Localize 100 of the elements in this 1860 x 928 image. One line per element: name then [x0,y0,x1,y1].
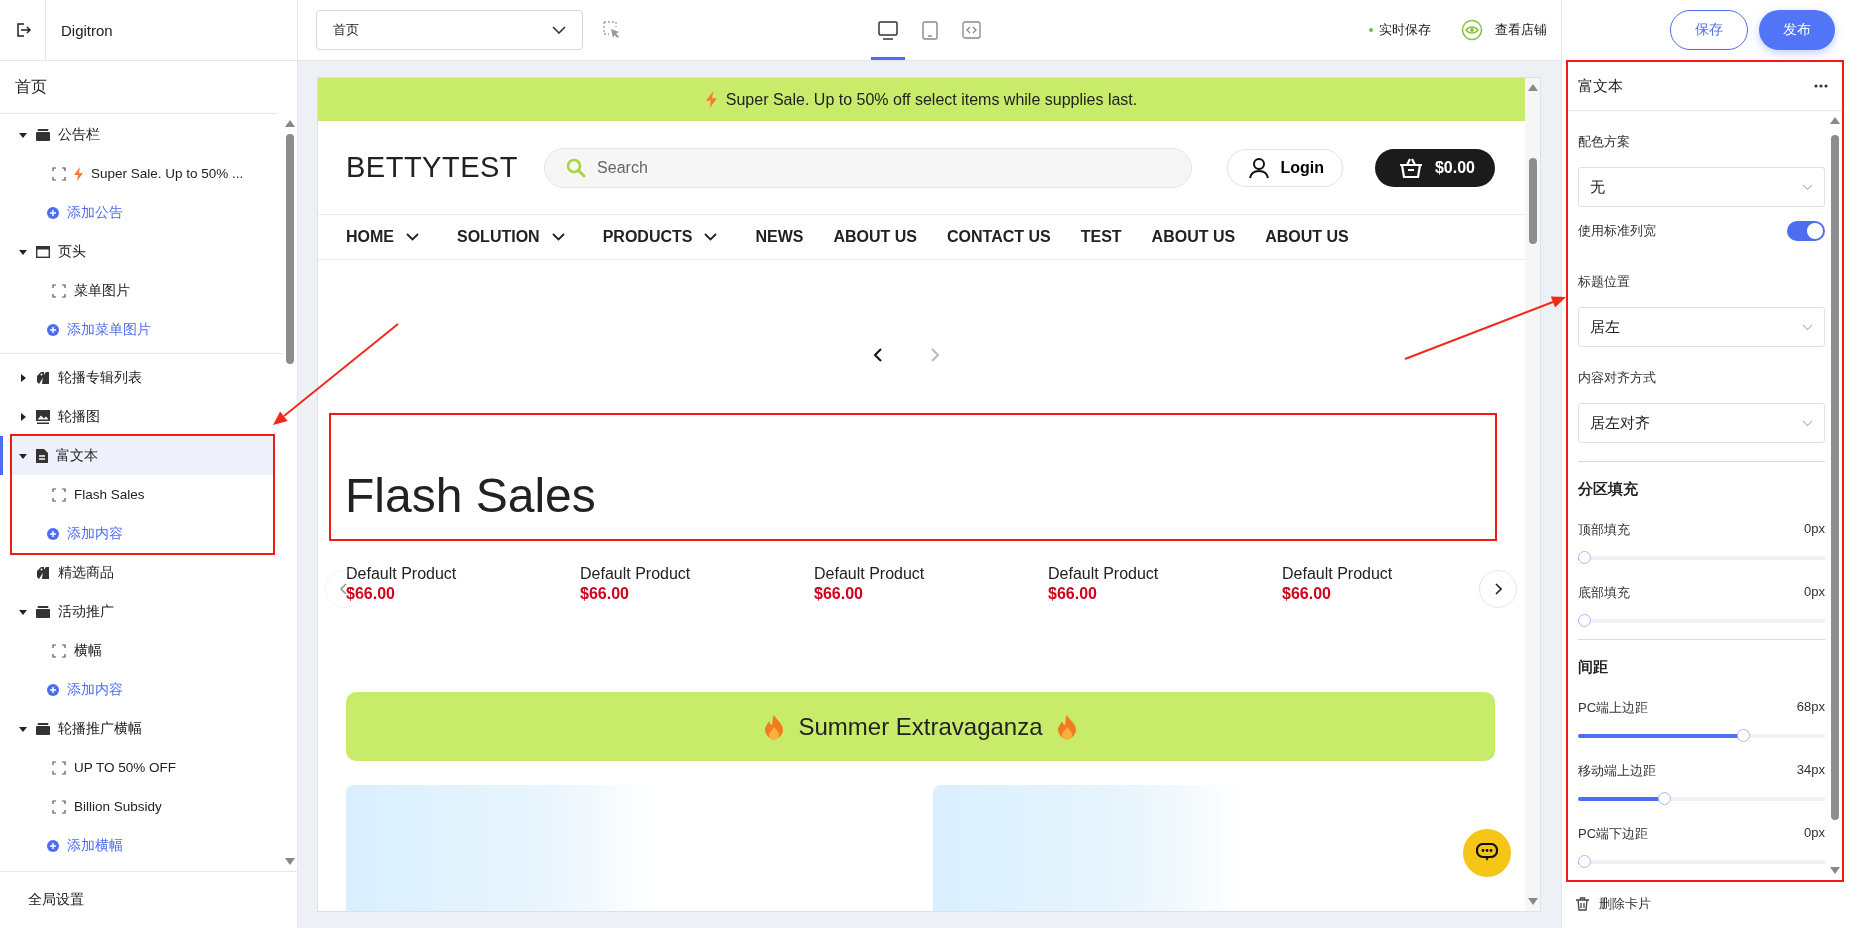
tree-item[interactable]: Super Sale. Up to 50% ... [12,154,273,193]
select-field[interactable]: 无 [1578,167,1825,207]
scroll-down-icon[interactable] [285,858,295,866]
scrollbar-thumb[interactable] [1831,135,1839,820]
store-logo[interactable]: BETTYTEST [346,151,519,184]
scroll-up-icon[interactable] [1830,116,1840,124]
code-icon [962,21,981,39]
nav-link[interactable]: TEST [1080,228,1122,246]
view-store-link[interactable]: 查看店铺 [1495,21,1547,39]
scroll-up-icon[interactable] [285,119,295,127]
search-field[interactable]: Search [544,147,1193,188]
add-link[interactable]: 添加横幅 [12,826,273,865]
field-label: 配色方案 [1578,133,1631,151]
nav-link[interactable]: SOLUTION [457,228,573,246]
nav-link[interactable]: ABOUT US [1151,228,1236,246]
folder-icon [36,128,50,141]
slider-thumb[interactable] [1657,792,1671,805]
product-name[interactable]: Default Product [346,565,457,583]
slider-value: 0px [1804,521,1825,538]
tree-item[interactable]: 精选商品 [12,553,273,592]
scrollbar-thumb[interactable] [286,134,294,364]
field-label: 移动端上边距 [1578,762,1656,780]
nav-link[interactable]: ABOUT US [1265,228,1349,246]
save-button[interactable]: 保存 [1670,10,1748,50]
tree-item[interactable]: 活动推广 [12,592,273,631]
tree-item[interactable]: Billion Subsidy [12,787,273,826]
chat-button[interactable] [1463,829,1511,877]
tree-item[interactable]: 轮播图 [12,397,273,436]
tree-item[interactable]: 菜单图片 [12,271,273,310]
add-link[interactable]: 添加公告 [12,193,273,232]
scrollbar-thumb[interactable] [1528,158,1537,244]
tree-item[interactable]: 轮播专辑列表 [12,358,273,397]
slider-thumb[interactable] [1737,729,1751,742]
exit-icon[interactable] [14,22,31,38]
delete-card-button[interactable]: 删除卡片 [1562,880,1651,928]
select-field[interactable]: 居左对齐 [1578,403,1825,443]
chevron-down-icon [1802,323,1813,331]
field-label: 内容对齐方式 [1578,369,1657,387]
field-label: 标题位置 [1578,273,1631,291]
fire-icon [1056,713,1077,740]
product-name[interactable]: Default Product [580,565,691,583]
tree-item[interactable]: 页头 [12,232,273,271]
select-cursor-icon[interactable] [603,21,621,39]
plus-circle-icon [47,839,59,852]
chevron-down-icon [552,26,566,34]
plus-circle-icon [47,683,59,696]
caret-icon[interactable] [18,411,28,422]
plus-circle-icon [47,323,59,336]
dashed-frame-icon [52,283,66,298]
dashed-frame-icon [52,760,66,775]
chevron-left-icon[interactable] [873,348,883,362]
tree-item[interactable]: Flash Sales [12,475,273,514]
product-price: $66.00 [346,585,395,603]
product-name[interactable]: Default Product [1282,565,1393,583]
cart-button[interactable]: $0.00 [1374,148,1495,187]
slider-value: 0px [1804,825,1825,842]
page-select[interactable]: 首页 [316,10,583,50]
caret-icon[interactable] [18,372,28,383]
global-settings-link[interactable]: 全局设置 [0,871,297,928]
scroll-down-icon[interactable] [1527,898,1538,906]
tags-icon [36,565,50,580]
add-link[interactable]: 添加菜单图片 [12,310,273,349]
toggle-switch[interactable] [1787,221,1825,241]
field-label: 底部填充 [1578,584,1630,602]
nav-link[interactable]: PRODUCTS [602,228,726,246]
field-label: PC端下边距 [1578,825,1649,843]
nav-link[interactable]: ABOUT US [833,228,917,246]
slider-thumb[interactable] [1578,614,1591,627]
next-button[interactable] [1479,570,1517,608]
product-name[interactable]: Default Product [814,565,925,583]
tree-item[interactable]: 公告栏 [12,115,273,154]
nav-link[interactable]: NEWS [755,228,804,246]
scroll-up-icon[interactable] [1527,83,1538,91]
chevron-down-icon [551,233,565,241]
login-button[interactable]: Login [1227,148,1343,187]
slider-thumb[interactable] [1578,551,1591,564]
more-icon[interactable] [1814,84,1828,88]
tree-item[interactable]: UP TO 50% OFF [12,748,273,787]
scroll-down-icon[interactable] [1830,867,1840,875]
lightning-icon [705,91,717,108]
slider-thumb[interactable] [1578,855,1591,868]
nav-link[interactable]: CONTACT US [947,228,1051,246]
document-icon [36,448,48,463]
eye-icon[interactable] [1461,19,1483,41]
section-heading: Flash Sales [345,468,596,523]
trash-icon [1576,897,1589,911]
product-name[interactable]: Default Product [1048,565,1159,583]
dashed-frame-icon [52,799,66,814]
tree-item[interactable]: 轮播推广横幅 [12,709,273,748]
chevron-down-icon [1802,183,1813,191]
nav-link[interactable]: HOME [346,228,427,246]
publish-button[interactable]: 发布 [1759,10,1835,50]
tree-item[interactable]: 横幅 [12,631,273,670]
window-icon [36,245,50,258]
dashed-frame-icon [52,166,66,181]
select-field[interactable]: 居左 [1578,307,1825,347]
add-link[interactable]: 添加内容 [12,670,273,709]
fire-icon [764,713,785,740]
slider-value: 0px [1804,584,1825,601]
add-link[interactable]: 添加内容 [12,514,273,553]
